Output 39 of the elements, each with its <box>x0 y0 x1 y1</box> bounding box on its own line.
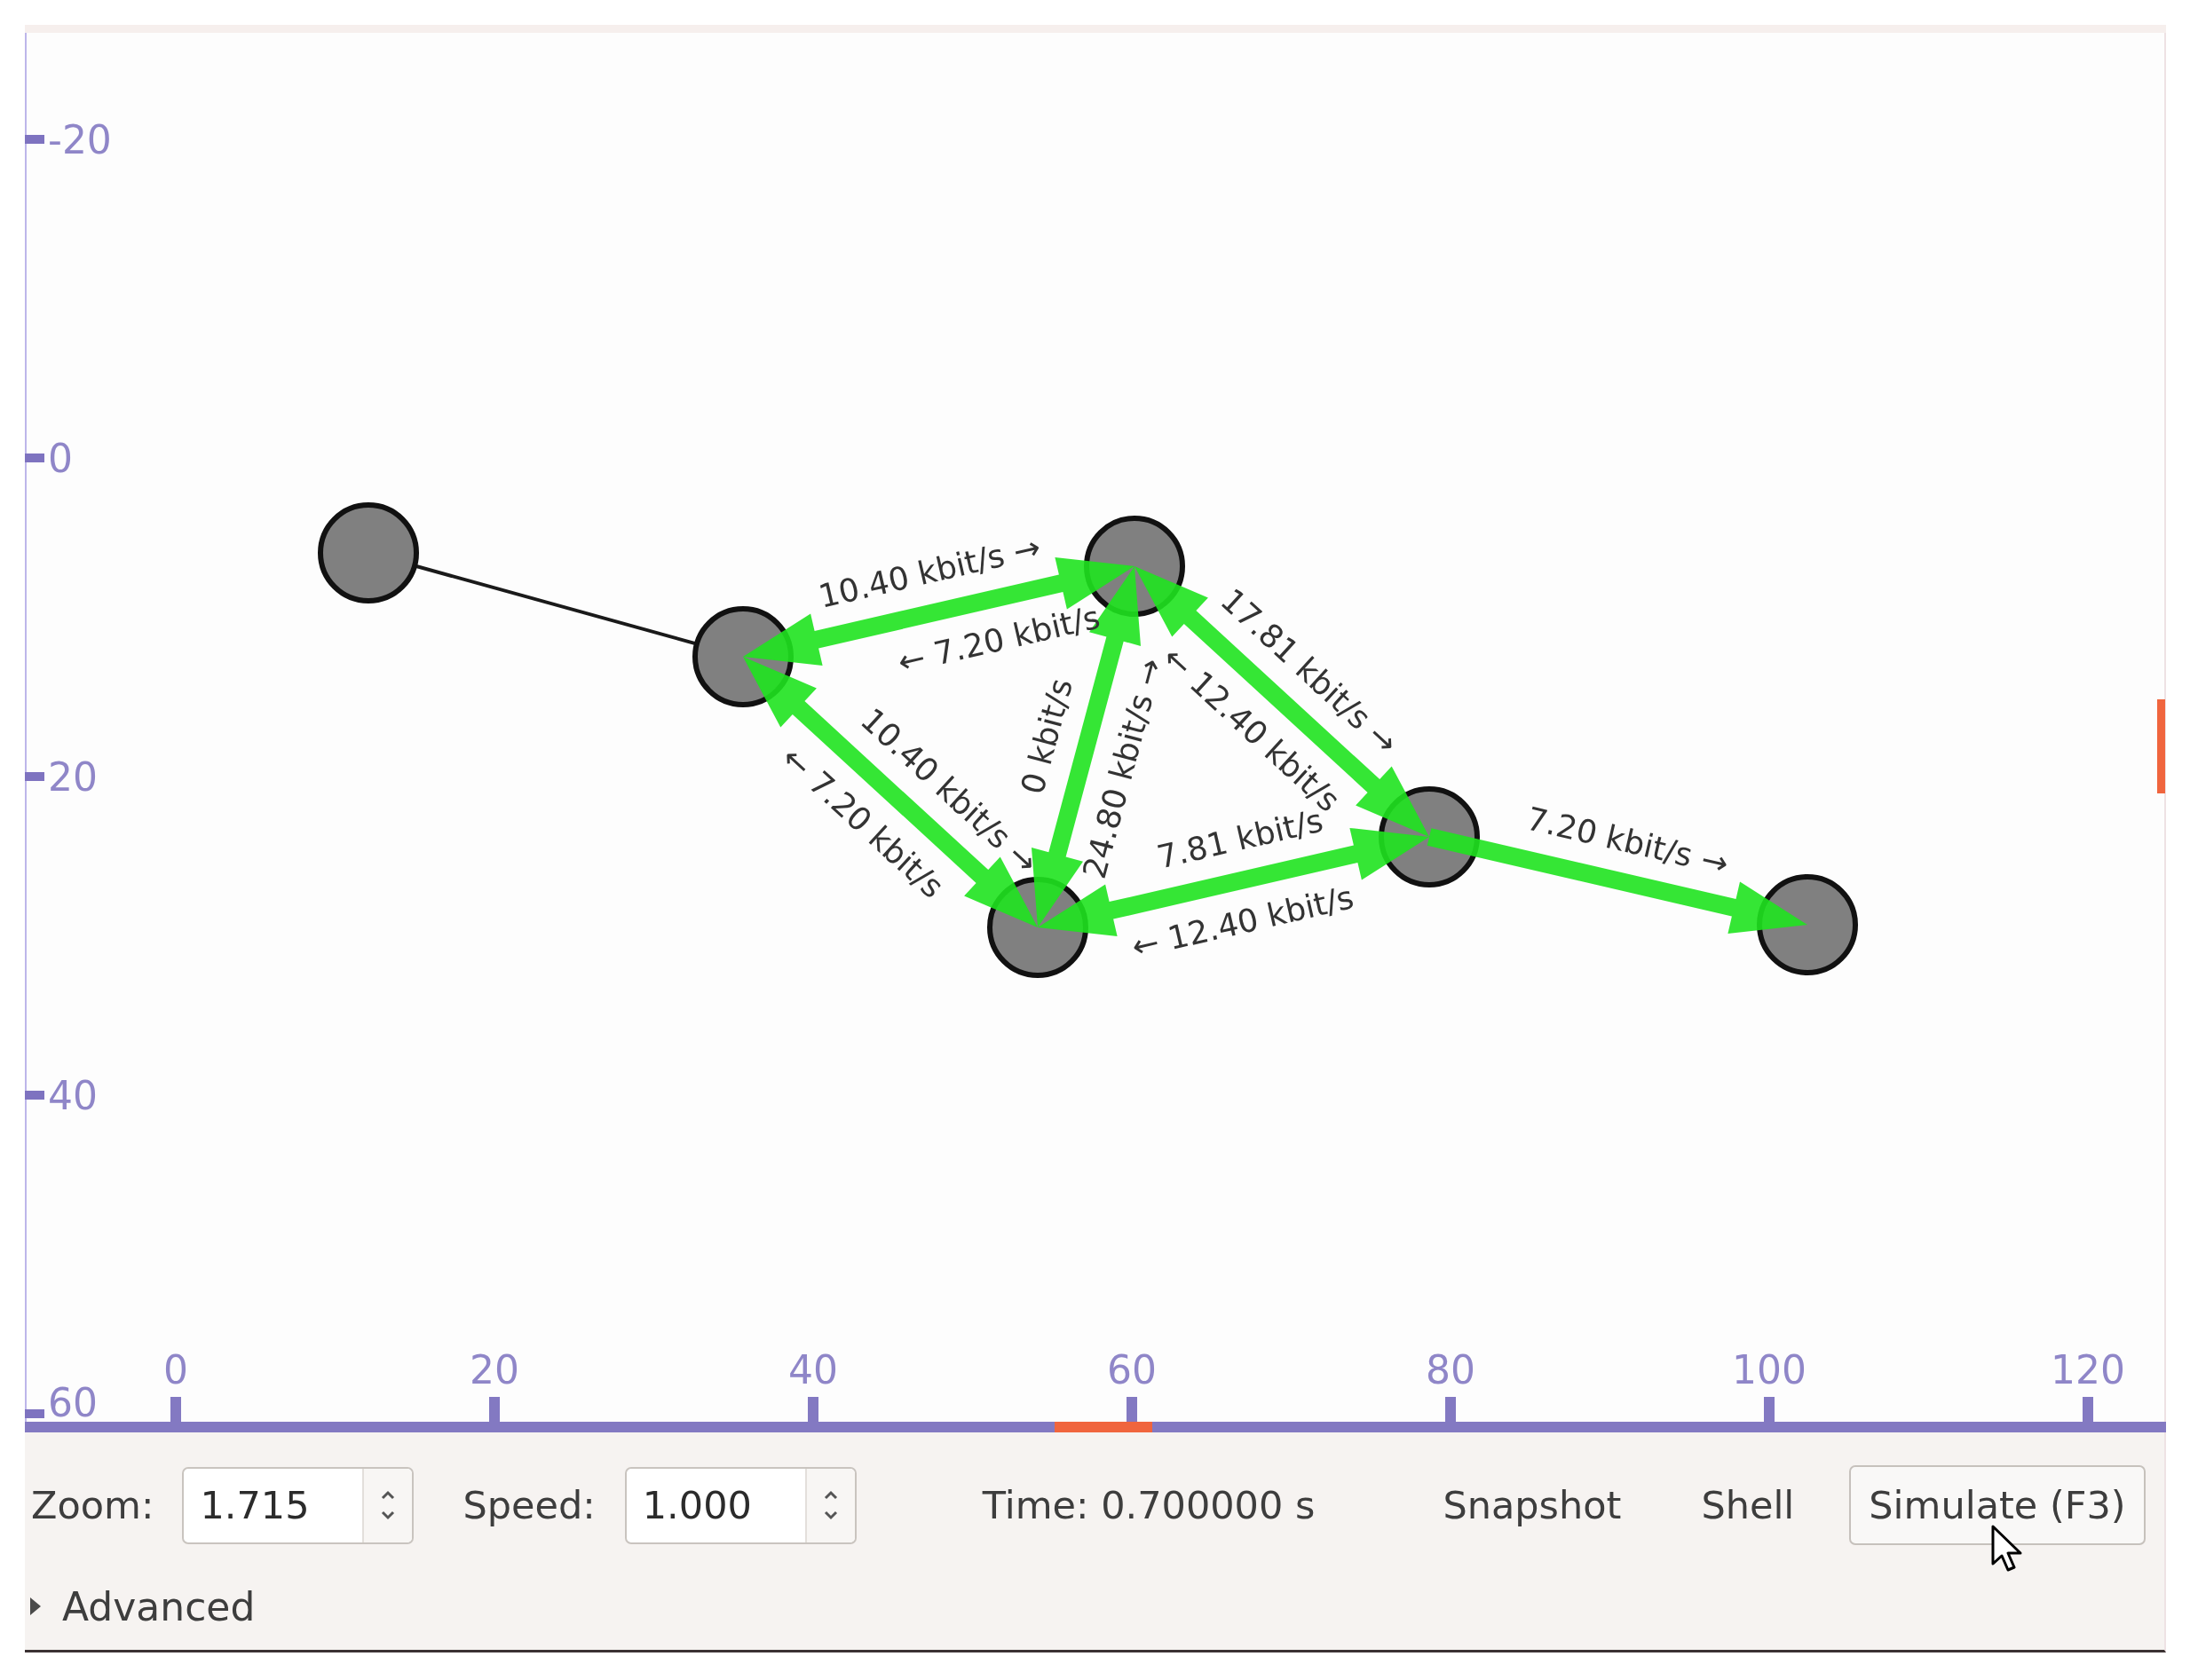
axis-label: -20 <box>48 116 112 162</box>
axis-label: 60 <box>1107 1346 1157 1392</box>
axis-label: 20 <box>470 1346 519 1392</box>
axis-label: 60 <box>48 1379 98 1425</box>
zoom-spinbox[interactable]: 1.715 <box>182 1466 415 1544</box>
expander-triangle-icon[interactable] <box>28 1597 43 1615</box>
network-node[interactable] <box>1757 874 1858 975</box>
advanced-expander[interactable]: Advanced <box>28 1583 256 1629</box>
axis-tick <box>1445 1397 1456 1422</box>
axis-tick <box>25 1091 44 1100</box>
axis-tick <box>1764 1397 1775 1422</box>
zoom-label: Zoom: <box>31 1483 154 1527</box>
axis-tick <box>25 454 44 462</box>
axis-tick <box>25 135 44 144</box>
axis-label: 0 <box>48 435 73 481</box>
axis-tick <box>808 1397 818 1422</box>
axis-label: 40 <box>788 1346 838 1392</box>
mouse-pointer-icon <box>1991 1525 2023 1573</box>
action-button[interactable]: Shell <box>1680 1471 1816 1540</box>
time-readout: Time: 0.700000 s <box>982 1483 1316 1527</box>
action-button[interactable]: Snapshot <box>1421 1471 1643 1540</box>
axis-tick <box>489 1397 500 1422</box>
axis-label: 80 <box>1426 1346 1475 1392</box>
speed-label: Speed: <box>463 1483 596 1527</box>
speed-spinbox[interactable]: 1.000 <box>624 1466 857 1544</box>
axis-tick <box>25 1409 44 1418</box>
axis-label: 0 <box>163 1346 188 1392</box>
action-button[interactable]: Simulate (F3) <box>1849 1465 2146 1545</box>
axis-label: 120 <box>2051 1346 2125 1392</box>
axis-tick <box>2083 1397 2093 1422</box>
axis-label: 20 <box>48 753 98 800</box>
axis-tick <box>25 772 44 781</box>
network-node[interactable] <box>318 502 419 603</box>
axis-tick <box>1127 1397 1137 1422</box>
axis-label: 100 <box>1732 1346 1807 1392</box>
axis-tick <box>170 1397 181 1422</box>
rate-label: 7.20 kbit/s → <box>1522 800 1732 882</box>
rate-label: ← 12.40 kbit/s <box>1128 879 1357 966</box>
axis-label: 40 <box>48 1072 98 1118</box>
